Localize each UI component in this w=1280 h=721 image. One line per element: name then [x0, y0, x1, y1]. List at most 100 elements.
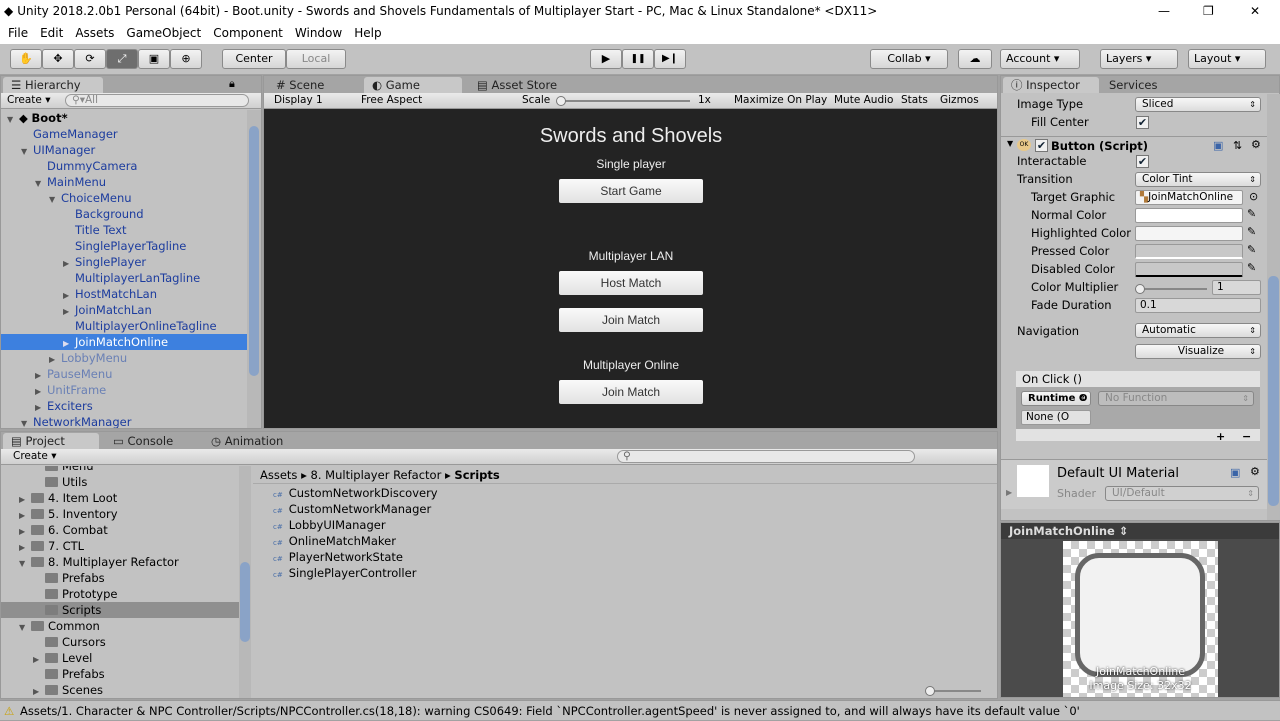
- layers-dropdown[interactable]: Layers ▾: [1100, 49, 1178, 69]
- tab-asset-store[interactable]: ▤ Asset Store: [469, 77, 579, 93]
- account-dropdown[interactable]: Account ▾: [1000, 49, 1080, 69]
- target-object-field[interactable]: None (O: [1021, 410, 1091, 425]
- script-file-item[interactable]: c# SinglePlayerController: [253, 565, 997, 581]
- gear-icon[interactable]: ⚙: [1251, 138, 1261, 151]
- hierarchy-item[interactable]: Background: [1, 206, 247, 222]
- project-tree-scrollbar[interactable]: [239, 466, 251, 698]
- eyedropper-icon[interactable]: ✎: [1247, 207, 1256, 220]
- hierarchy-item[interactable]: ▼ MainMenu: [1, 174, 247, 190]
- hierarchy-item[interactable]: DummyCamera: [1, 158, 247, 174]
- join-match-online-button[interactable]: Join Match: [559, 380, 703, 404]
- hierarchy-item[interactable]: ▼ NetworkManager: [1, 414, 247, 428]
- hierarchy-item[interactable]: MultiplayerLanTagline: [1, 270, 247, 286]
- hierarchy-item[interactable]: ▶ JoinMatchOnline: [1, 334, 247, 350]
- create-dropdown[interactable]: Create ▾: [7, 93, 51, 108]
- minimize-button[interactable]: —: [1158, 0, 1170, 22]
- hierarchy-search-input[interactable]: ⚲▾All: [65, 94, 249, 107]
- tab-project[interactable]: ▤ Project: [3, 433, 99, 449]
- menu-gameobject[interactable]: GameObject: [126, 26, 201, 40]
- hierarchy-item[interactable]: ▶ UnitFrame: [1, 382, 247, 398]
- breadcrumb-assets[interactable]: Assets: [260, 468, 297, 482]
- project-search-input[interactable]: ⚲: [617, 450, 915, 463]
- preview-title[interactable]: JoinMatchOnline: [1009, 524, 1115, 538]
- script-file-item[interactable]: c# CustomNetworkDiscovery: [253, 485, 997, 501]
- preset-icon[interactable]: ⇅: [1233, 139, 1242, 152]
- layout-dropdown[interactable]: Layout ▾: [1188, 49, 1266, 69]
- expand-arrow-icon[interactable]: ▶: [1006, 488, 1012, 497]
- breadcrumb-current[interactable]: Scripts: [454, 468, 499, 482]
- hierarchy-item[interactable]: ▶ JoinMatchLan: [1, 302, 247, 318]
- project-folder-item[interactable]: Cursors: [1, 634, 239, 650]
- pivot-center-button[interactable]: Center: [222, 49, 286, 69]
- menu-edit[interactable]: Edit: [40, 26, 63, 40]
- hierarchy-item[interactable]: ▶ SinglePlayer: [1, 254, 247, 270]
- scale-slider[interactable]: [556, 96, 690, 106]
- project-folder-item[interactable]: ▶ 5. Inventory: [1, 506, 239, 522]
- breadcrumb-folder[interactable]: 8. Multiplayer Refactor: [311, 468, 442, 482]
- foldout-arrow-icon[interactable]: ▼: [21, 416, 33, 428]
- color-multiplier-input[interactable]: 1: [1212, 280, 1261, 295]
- script-file-item[interactable]: c# CustomNetworkManager: [253, 501, 997, 517]
- project-folder-item[interactable]: Prototype: [1, 586, 239, 602]
- project-folder-item[interactable]: ▶ Level: [1, 650, 239, 666]
- tab-scene[interactable]: # Scene: [268, 77, 364, 93]
- eyedropper-icon[interactable]: ✎: [1247, 225, 1256, 238]
- menu-window[interactable]: Window: [295, 26, 342, 40]
- project-create-dropdown[interactable]: Create ▾: [13, 449, 57, 464]
- transform-tool-button[interactable]: ⊕: [170, 49, 202, 69]
- component-enabled-checkbox[interactable]: ✔: [1035, 139, 1048, 152]
- tab-hierarchy[interactable]: ☰ Hierarchy: [3, 77, 103, 93]
- menu-help[interactable]: Help: [354, 26, 381, 40]
- material-help-icon[interactable]: ▣: [1230, 466, 1240, 479]
- target-graphic-field[interactable]: ▚JoinMatchOnline: [1135, 190, 1243, 205]
- project-folder-item[interactable]: Prefabs: [1, 666, 239, 682]
- color-multiplier-slider[interactable]: [1135, 284, 1207, 294]
- pivot-local-button[interactable]: Local: [286, 49, 346, 69]
- move-tool-button[interactable]: ✥: [42, 49, 74, 69]
- fade-duration-input[interactable]: 0.1: [1135, 298, 1261, 313]
- image-type-dropdown[interactable]: Sliced: [1135, 97, 1261, 112]
- material-gear-icon[interactable]: ⚙: [1250, 465, 1260, 478]
- hierarchy-item[interactable]: ▼ UIManager: [1, 142, 247, 158]
- interactable-checkbox[interactable]: ✔: [1136, 155, 1149, 168]
- script-file-item[interactable]: c# LobbyUIManager: [253, 517, 997, 533]
- tab-inspector[interactable]: ⓘ Inspector: [1003, 77, 1099, 93]
- step-button[interactable]: ▶❙: [654, 49, 686, 69]
- project-folder-item[interactable]: Menu: [1, 466, 239, 474]
- inspector-scrollbar[interactable]: [1267, 94, 1280, 520]
- foldout-arrow-icon[interactable]: ▼: [1007, 139, 1013, 148]
- visualize-button[interactable]: Visualize: [1135, 344, 1261, 359]
- transition-dropdown[interactable]: Color Tint: [1135, 172, 1261, 187]
- collab-button[interactable]: Collab ▾: [870, 49, 948, 69]
- hierarchy-item[interactable]: MultiplayerOnlineTagline: [1, 318, 247, 334]
- project-folder-item[interactable]: Prefabs: [1, 570, 239, 586]
- pause-button[interactable]: ❚❚: [622, 49, 654, 69]
- hierarchy-item[interactable]: ▶ PauseMenu: [1, 366, 247, 382]
- hierarchy-item[interactable]: SinglePlayerTagline: [1, 238, 247, 254]
- icon-size-slider[interactable]: [925, 686, 981, 696]
- menu-component[interactable]: Component: [213, 26, 283, 40]
- project-folder-item[interactable]: ▶ 7. CTL: [1, 538, 239, 554]
- script-file-item[interactable]: c# OnlineMatchMaker: [253, 533, 997, 549]
- script-file-item[interactable]: c# PlayerNetworkState: [253, 549, 997, 565]
- gizmos-dropdown[interactable]: Gizmos: [940, 93, 979, 108]
- project-folder-item[interactable]: ▼ Common: [1, 618, 239, 634]
- hierarchy-item[interactable]: ▶ Exciters: [1, 398, 247, 414]
- hierarchy-item[interactable]: ▼ ◆ Boot*: [1, 110, 247, 126]
- object-picker-icon[interactable]: ⊙: [1249, 190, 1258, 203]
- function-dropdown[interactable]: No Function: [1098, 391, 1254, 406]
- shader-dropdown[interactable]: UI/Default: [1105, 486, 1259, 501]
- lock-icon[interactable]: 🔒︎: [229, 77, 235, 91]
- hierarchy-item[interactable]: GameManager: [1, 126, 247, 142]
- normal-color-field[interactable]: [1135, 208, 1243, 223]
- fill-center-checkbox[interactable]: ✔: [1136, 116, 1149, 129]
- tab-services[interactable]: Services: [1101, 77, 1166, 93]
- highlighted-color-field[interactable]: [1135, 226, 1243, 241]
- tab-console[interactable]: ▭ Console: [105, 433, 181, 449]
- runtime-dropdown[interactable]: Runtime O: [1021, 391, 1091, 406]
- eyedropper-icon[interactable]: ✎: [1247, 261, 1256, 274]
- stats-toggle[interactable]: Stats: [901, 93, 928, 108]
- hierarchy-item[interactable]: ▼ ChoiceMenu: [1, 190, 247, 206]
- tab-animation[interactable]: ◷ Animation: [203, 433, 291, 449]
- foldout-arrow-icon[interactable]: ▶: [33, 684, 45, 698]
